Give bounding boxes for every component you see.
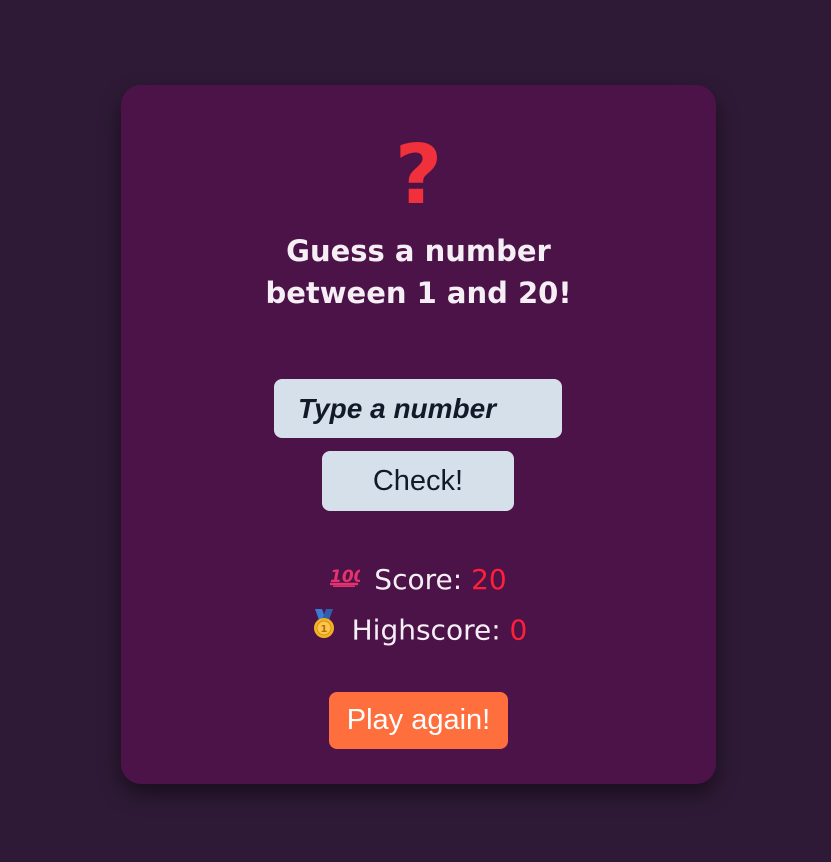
- score-row: 100 Score: 20: [121, 562, 716, 599]
- score-label: Score:: [374, 563, 472, 596]
- highscore-label: Highscore:: [351, 613, 510, 647]
- guess-input[interactable]: [274, 379, 562, 438]
- hundred-points-icon: 100: [330, 560, 366, 596]
- highscore-value: 0: [509, 613, 528, 647]
- play-again-button[interactable]: Play again!: [329, 692, 508, 749]
- medal-icon: 1: [310, 609, 338, 648]
- svg-text:1: 1: [320, 624, 327, 635]
- question-mark-icon: ?: [394, 128, 443, 223]
- highscore-row: 1 Highscore: 0: [121, 609, 716, 651]
- score-value: 20: [471, 563, 507, 596]
- game-card: ? Guess a number between 1 and 20! Check…: [121, 85, 716, 784]
- game-title: Guess a number between 1 and 20!: [265, 234, 572, 310]
- check-button[interactable]: Check!: [322, 451, 514, 511]
